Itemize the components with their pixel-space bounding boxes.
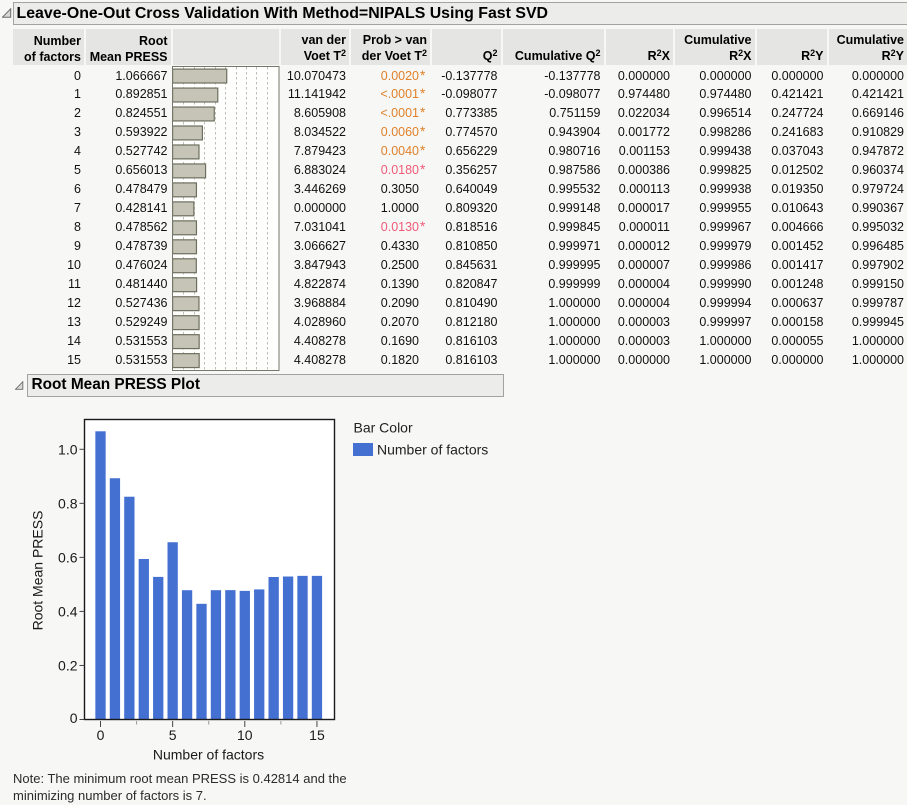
svg-text:1.0: 1.0 [58, 441, 78, 457]
svg-text:0: 0 [70, 710, 78, 726]
svg-text:5: 5 [169, 727, 177, 743]
svg-text:0.2: 0.2 [58, 657, 78, 673]
svg-text:Number of factors: Number of factors [153, 747, 264, 763]
svg-text:Number of factors: Number of factors [377, 442, 488, 458]
svg-text:0.4: 0.4 [58, 603, 78, 619]
svg-text:Root Mean PRESS: Root Mean PRESS [30, 511, 46, 631]
svg-text:15: 15 [309, 727, 325, 743]
svg-text:0: 0 [97, 727, 105, 743]
svg-text:0.6: 0.6 [58, 549, 78, 565]
svg-text:Bar Color: Bar Color [354, 420, 413, 436]
svg-text:0.8: 0.8 [58, 495, 78, 511]
svg-text:10: 10 [237, 727, 253, 743]
